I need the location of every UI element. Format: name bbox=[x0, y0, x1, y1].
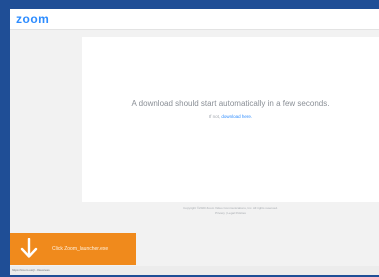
desktop-background: zoom A download should start automatical… bbox=[0, 0, 379, 277]
zoom-logo[interactable]: zoom bbox=[16, 11, 49, 27]
status-bar-url: https://zoom.us/j/...#success bbox=[10, 266, 379, 275]
browser-window: zoom A download should start automatical… bbox=[10, 9, 379, 275]
download-arrow-icon bbox=[20, 238, 38, 258]
download-notification[interactable]: Click Zoom_launcher.exe bbox=[10, 233, 136, 265]
download-here-link[interactable]: download here. bbox=[221, 114, 252, 119]
footer-link-privacy[interactable]: Privacy bbox=[215, 211, 225, 215]
download-card: A download should start automatically in… bbox=[82, 37, 379, 202]
download-message: A download should start automatically in… bbox=[131, 99, 330, 108]
footer-link-legal[interactable]: Legal Policies bbox=[227, 211, 246, 215]
download-filename[interactable]: Click Zoom_launcher.exe bbox=[52, 245, 108, 253]
copyright-text: Copyright ©2020 Zoom Video Communication… bbox=[183, 206, 278, 210]
footer-links: Privacy | Legal Policies bbox=[82, 211, 379, 215]
header-bar: zoom bbox=[10, 9, 379, 30]
retry-line: If not, download here. bbox=[82, 114, 379, 120]
retry-prefix: If not, bbox=[208, 114, 221, 119]
